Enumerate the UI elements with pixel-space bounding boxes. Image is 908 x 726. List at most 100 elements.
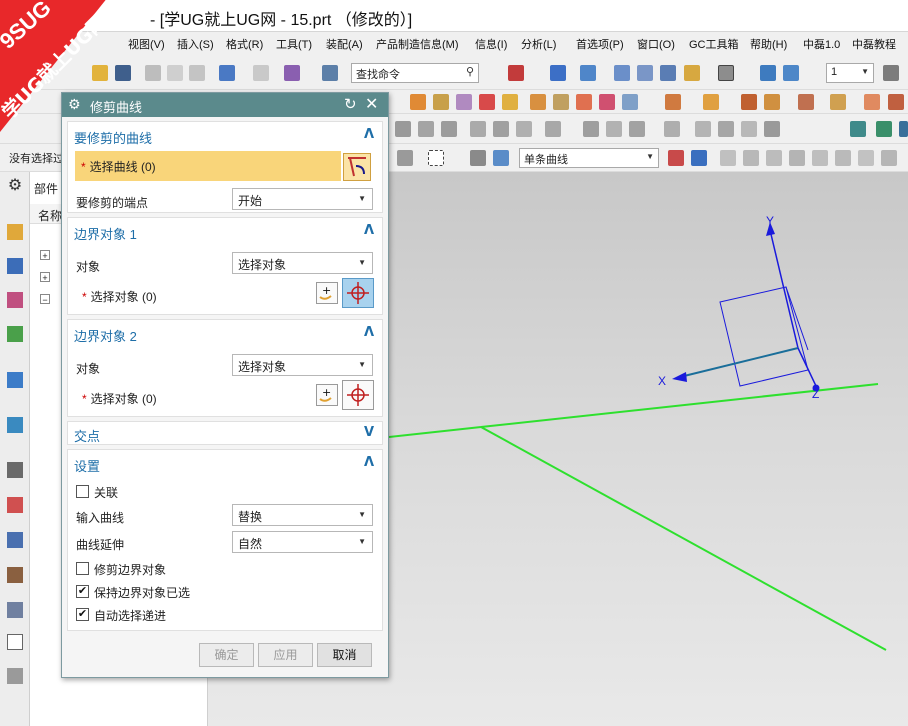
hole-icon[interactable] [553,94,569,110]
dialog-titlebar[interactable]: ⚙ 修剪曲线 ↻ ✕ [62,93,388,117]
snap-icon[interactable] [397,150,413,166]
layer-settings-icon[interactable] [783,65,799,81]
midpoint-snap-icon[interactable] [743,150,759,166]
extract-curve-icon[interactable] [664,121,680,137]
section-header[interactable]: 交点 ᐯ [68,422,382,444]
join-curve-icon[interactable] [516,121,532,137]
color-swatch-icon[interactable] [718,65,734,81]
cone-icon[interactable] [456,94,472,110]
associative-checkbox[interactable] [76,485,89,498]
point-dialog-button[interactable]: + [316,282,338,304]
curve-length-icon[interactable] [606,121,622,137]
menu-information[interactable]: 信息(I) [475,36,507,52]
unite-icon[interactable] [665,94,681,110]
menu-insert[interactable]: 插入(S) [177,36,214,52]
ok-button[interactable]: 确定 [199,643,254,667]
block-icon[interactable] [410,94,426,110]
reset-icon[interactable]: ↻ [344,95,357,113]
part-navigator-icon[interactable] [7,292,23,308]
object-type-select[interactable]: 选择对象 ▼ [232,252,373,274]
section-header[interactable]: 边界对象 1 ᐱ [68,218,382,244]
open-icon[interactable] [92,65,108,81]
trim-end-select[interactable]: 开始 ▼ [232,188,373,210]
trim-line-lower[interactable] [480,426,887,651]
subtract-icon[interactable] [703,94,719,110]
blank-page-icon[interactable] [7,634,23,650]
menu-assembly[interactable]: 装配(A) [326,36,363,52]
existing-point-icon[interactable] [881,150,897,166]
cancel-button[interactable]: 取消 [317,643,372,667]
boss-icon[interactable] [576,94,592,110]
revolve-icon[interactable] [530,94,546,110]
analysis-icon[interactable] [850,121,866,137]
menu-zhonglei[interactable]: 中磊1.0 [803,36,840,52]
chevron-down-icon[interactable]: ᐯ [364,424,374,440]
work-layer-select[interactable]: 1 ▼ [826,63,874,83]
snap-point-icon[interactable] [284,65,300,81]
intersection-snap-icon[interactable] [812,150,828,166]
measure-icon[interactable] [876,121,892,137]
gear-icon[interactable]: ⚙ [7,178,23,194]
column-name-header[interactable]: 名称 [38,207,62,224]
offset-curve-icon[interactable] [470,121,486,137]
curve-rule-select[interactable]: 单条曲线 ▼ [519,148,659,168]
extrude-icon[interactable] [502,94,518,110]
trim-curve-icon[interactable] [441,121,457,137]
assembly-navigator-icon[interactable] [7,224,23,240]
clock-icon[interactable] [7,462,23,478]
bridge-curve-icon[interactable] [493,121,509,137]
process-studio-icon[interactable] [7,497,23,513]
menu-format[interactable]: 格式(R) [226,36,263,52]
copy-icon[interactable] [167,65,183,81]
gear-icon[interactable]: ⚙ [68,96,81,113]
shell-icon[interactable] [830,94,846,110]
inferred-point-button[interactable] [342,278,374,308]
chevron-up-icon[interactable]: ᐱ [364,222,374,238]
chevron-up-icon[interactable]: ᐱ [364,126,374,142]
layer-category-icon[interactable] [883,65,899,81]
edge-blend-icon[interactable] [764,94,780,110]
pattern-icon[interactable] [888,94,904,110]
redo-icon[interactable] [253,65,269,81]
project-curve-icon[interactable] [545,121,561,137]
chamfer-icon[interactable] [798,94,814,110]
chevron-up-icon[interactable]: ᐱ [364,324,374,340]
apply-button[interactable]: 应用 [258,643,313,667]
wireframe-icon[interactable] [614,65,630,81]
curve-extension-select[interactable]: 自然 ▼ [232,531,373,553]
background-icon[interactable] [684,65,700,81]
text-curve-icon[interactable] [695,121,711,137]
selection-filter-icon[interactable] [322,65,338,81]
fit-view-icon[interactable] [550,65,566,81]
paste-icon[interactable] [189,65,205,81]
center-snap-icon[interactable] [835,150,851,166]
menu-preferences[interactable]: 首选项(P) [576,36,624,52]
divide-curve-icon[interactable] [583,121,599,137]
document-icon[interactable] [7,668,23,684]
layer-move-icon[interactable] [760,65,776,81]
history-icon[interactable] [7,417,23,433]
shaded-icon[interactable] [580,65,596,81]
menu-help[interactable]: 帮助(H) [750,36,787,52]
menu-view[interactable]: 视图(V) [128,36,165,52]
hidden-edge-icon[interactable] [637,65,653,81]
csys[interactable] [672,222,820,392]
point-dialog-button[interactable]: + [316,384,338,406]
constraint-navigator-icon[interactable] [7,258,23,274]
role-icon[interactable] [7,532,23,548]
auto-progress-checkbox[interactable]: ✔ [76,608,89,621]
inferred-point-button[interactable] [342,380,374,410]
arc-icon[interactable] [418,121,434,137]
view-orient-icon[interactable] [508,65,524,81]
check-icon[interactable] [899,121,908,137]
line-icon[interactable] [395,121,411,137]
select-face-icon[interactable] [493,150,509,166]
save-icon[interactable] [115,65,131,81]
menu-window[interactable]: 窗口(O) [637,36,675,52]
control-point-snap-icon[interactable] [766,150,782,166]
expand-icon[interactable]: + [40,250,50,261]
endpoint-snap-icon[interactable] [720,150,736,166]
stop-at-intersection-icon[interactable] [668,150,684,166]
pad-icon[interactable] [622,94,638,110]
command-search-input[interactable]: 查找命令 ⚲ [351,63,479,83]
